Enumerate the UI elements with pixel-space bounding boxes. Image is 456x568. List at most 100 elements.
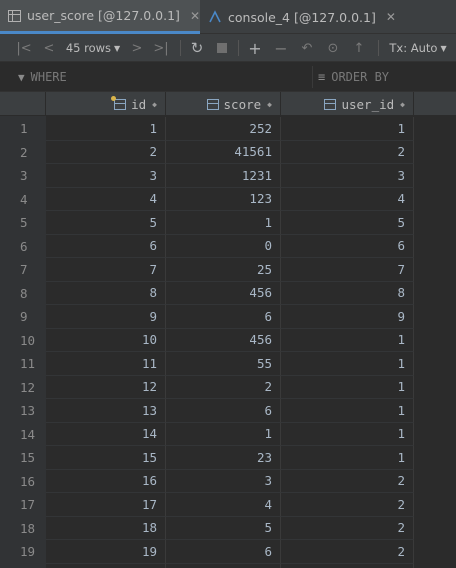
table-row[interactable]: 5515 — [0, 211, 456, 235]
row-number[interactable]: 19 — [0, 540, 46, 564]
cell-id[interactable]: 2 — [46, 140, 166, 164]
rows-count-dropdown[interactable]: 45 rows ▼ — [62, 34, 124, 62]
next-page-icon[interactable]: > — [130, 34, 144, 62]
cell-user-id[interactable]: 7 — [281, 258, 414, 282]
table-row[interactable]: 12 12 2 1 — [0, 375, 456, 400]
cell-user-id[interactable]: 1 — [281, 399, 414, 423]
cell-id[interactable]: 16 — [46, 469, 166, 493]
close-icon[interactable]: ✕ — [386, 10, 396, 24]
row-number[interactable]: 13 — [0, 399, 46, 423]
row-number[interactable]: 20 — [0, 564, 46, 568]
cell-id[interactable]: 13 — [46, 399, 166, 423]
cell-id[interactable]: 17 — [46, 493, 166, 517]
table-row[interactable]: 17 17 4 2 — [0, 493, 456, 517]
cell-user-id[interactable]: 4 — [281, 187, 414, 211]
cell-id[interactable]: 19 — [46, 540, 166, 564]
cell-score[interactable]: 1 — [166, 211, 281, 235]
submit-icon[interactable]: ↑ — [350, 34, 368, 62]
cell-id[interactable]: 18 — [46, 516, 166, 540]
table-row[interactable]: 4 4 123 4 — [0, 187, 456, 212]
cell-score[interactable]: 1 — [166, 422, 281, 446]
delete-row-icon[interactable]: − — [272, 34, 290, 62]
cell-user-id[interactable]: 1 — [281, 117, 414, 141]
table-row[interactable]: 13 13 6 1 — [0, 399, 456, 423]
revert-icon[interactable]: ↶ — [298, 34, 316, 62]
cell-user-id[interactable]: 5 — [281, 211, 414, 235]
cell-user-id[interactable]: 2 — [281, 540, 414, 564]
cell-user-id[interactable]: 8 — [281, 281, 414, 305]
add-row-icon[interactable]: + — [246, 34, 264, 62]
row-number[interactable]: 16 — [0, 470, 46, 494]
tab-console-4[interactable]: console_4 [@127.0.0.1] ✕ — [202, 0, 456, 34]
cell-id[interactable]: 4 — [46, 187, 166, 211]
table-row[interactable]: 19 19 6 2 — [0, 540, 456, 564]
preview-changes-icon[interactable]: ⊙ — [324, 34, 342, 62]
cell-score[interactable]: 4 — [166, 493, 281, 517]
cell-score[interactable]: 1231 — [166, 164, 281, 188]
first-page-icon[interactable]: |< — [16, 34, 32, 62]
table-row[interactable]: 10 10 456 1 — [0, 328, 456, 352]
sort-toggle-icon[interactable]: ◆ — [400, 100, 405, 109]
row-number[interactable]: 18 — [0, 517, 46, 541]
row-number[interactable]: 8 — [0, 282, 46, 306]
row-number[interactable]: 12 — [0, 376, 46, 400]
where-filter-field[interactable]: ▼ WHERE — [18, 62, 308, 92]
cell-user-id[interactable]: 2 — [281, 516, 414, 540]
cell-id[interactable]: 20 — [46, 563, 166, 568]
table-row[interactable]: 202073 — [0, 563, 456, 568]
column-header-score[interactable]: score ◆ — [166, 92, 281, 116]
cell-score[interactable]: 6 — [166, 399, 281, 423]
cell-score[interactable]: 0 — [166, 234, 281, 258]
cell-user-id[interactable]: 1 — [281, 446, 414, 470]
cell-score[interactable]: 55 — [166, 352, 281, 376]
table-row[interactable]: 7 7 25 7 — [0, 258, 456, 282]
table-row[interactable]: 18 18 5 2 — [0, 516, 456, 541]
cell-score[interactable]: 5 — [166, 516, 281, 540]
row-number[interactable]: 11 — [0, 352, 46, 376]
row-number[interactable]: 9 — [0, 305, 46, 329]
cell-id[interactable]: 5 — [46, 211, 166, 235]
cell-id[interactable]: 1 — [46, 117, 166, 141]
cell-score[interactable]: 456 — [166, 281, 281, 305]
row-number[interactable]: 2 — [0, 141, 46, 165]
row-number[interactable]: 3 — [0, 164, 46, 188]
cell-score[interactable]: 2 — [166, 375, 281, 399]
close-icon[interactable]: ✕ — [190, 9, 200, 23]
table-row[interactable]: 11 11 55 1 — [0, 352, 456, 376]
cell-score[interactable]: 123 — [166, 187, 281, 211]
sort-toggle-icon[interactable]: ◆ — [152, 100, 157, 109]
table-row[interactable]: 9969 — [0, 305, 456, 329]
cell-user-id[interactable]: 1 — [281, 328, 414, 352]
cell-id[interactable]: 14 — [46, 422, 166, 446]
row-number[interactable]: 7 — [0, 258, 46, 282]
cell-id[interactable]: 11 — [46, 352, 166, 376]
cell-user-id[interactable]: 2 — [281, 493, 414, 517]
row-number[interactable]: 1 — [0, 117, 46, 141]
cell-user-id[interactable]: 3 — [281, 164, 414, 188]
cell-user-id[interactable]: 2 — [281, 140, 414, 164]
transaction-mode-dropdown[interactable]: Tx: Auto ▼ — [388, 34, 448, 62]
sort-toggle-icon[interactable]: ◆ — [267, 100, 272, 109]
table-row[interactable]: 14 14 1 1 — [0, 422, 456, 447]
table-row[interactable]: 16 16 3 2 — [0, 469, 456, 494]
cell-user-id[interactable]: 2 — [281, 469, 414, 493]
table-row[interactable]: 2 2 41561 2 — [0, 140, 456, 165]
cell-user-id[interactable]: 9 — [281, 305, 414, 329]
cell-id[interactable]: 10 — [46, 328, 166, 352]
cell-id[interactable]: 8 — [46, 281, 166, 305]
table-row[interactable]: 15 15 23 1 — [0, 446, 456, 470]
cell-id[interactable]: 7 — [46, 258, 166, 282]
row-number[interactable]: 4 — [0, 188, 46, 212]
cell-score[interactable]: 23 — [166, 446, 281, 470]
row-number[interactable]: 6 — [0, 235, 46, 259]
cell-score[interactable]: 6 — [166, 305, 281, 329]
row-number[interactable]: 14 — [0, 423, 46, 447]
cell-id[interactable]: 12 — [46, 375, 166, 399]
cell-user-id[interactable]: 6 — [281, 234, 414, 258]
cell-id[interactable]: 15 — [46, 446, 166, 470]
table-row[interactable]: 1 1 252 1 — [0, 117, 456, 141]
cell-user-id[interactable]: 3 — [281, 563, 414, 568]
row-number[interactable]: 5 — [0, 211, 46, 235]
cell-score[interactable]: 7 — [166, 563, 281, 568]
cell-id[interactable]: 3 — [46, 164, 166, 188]
